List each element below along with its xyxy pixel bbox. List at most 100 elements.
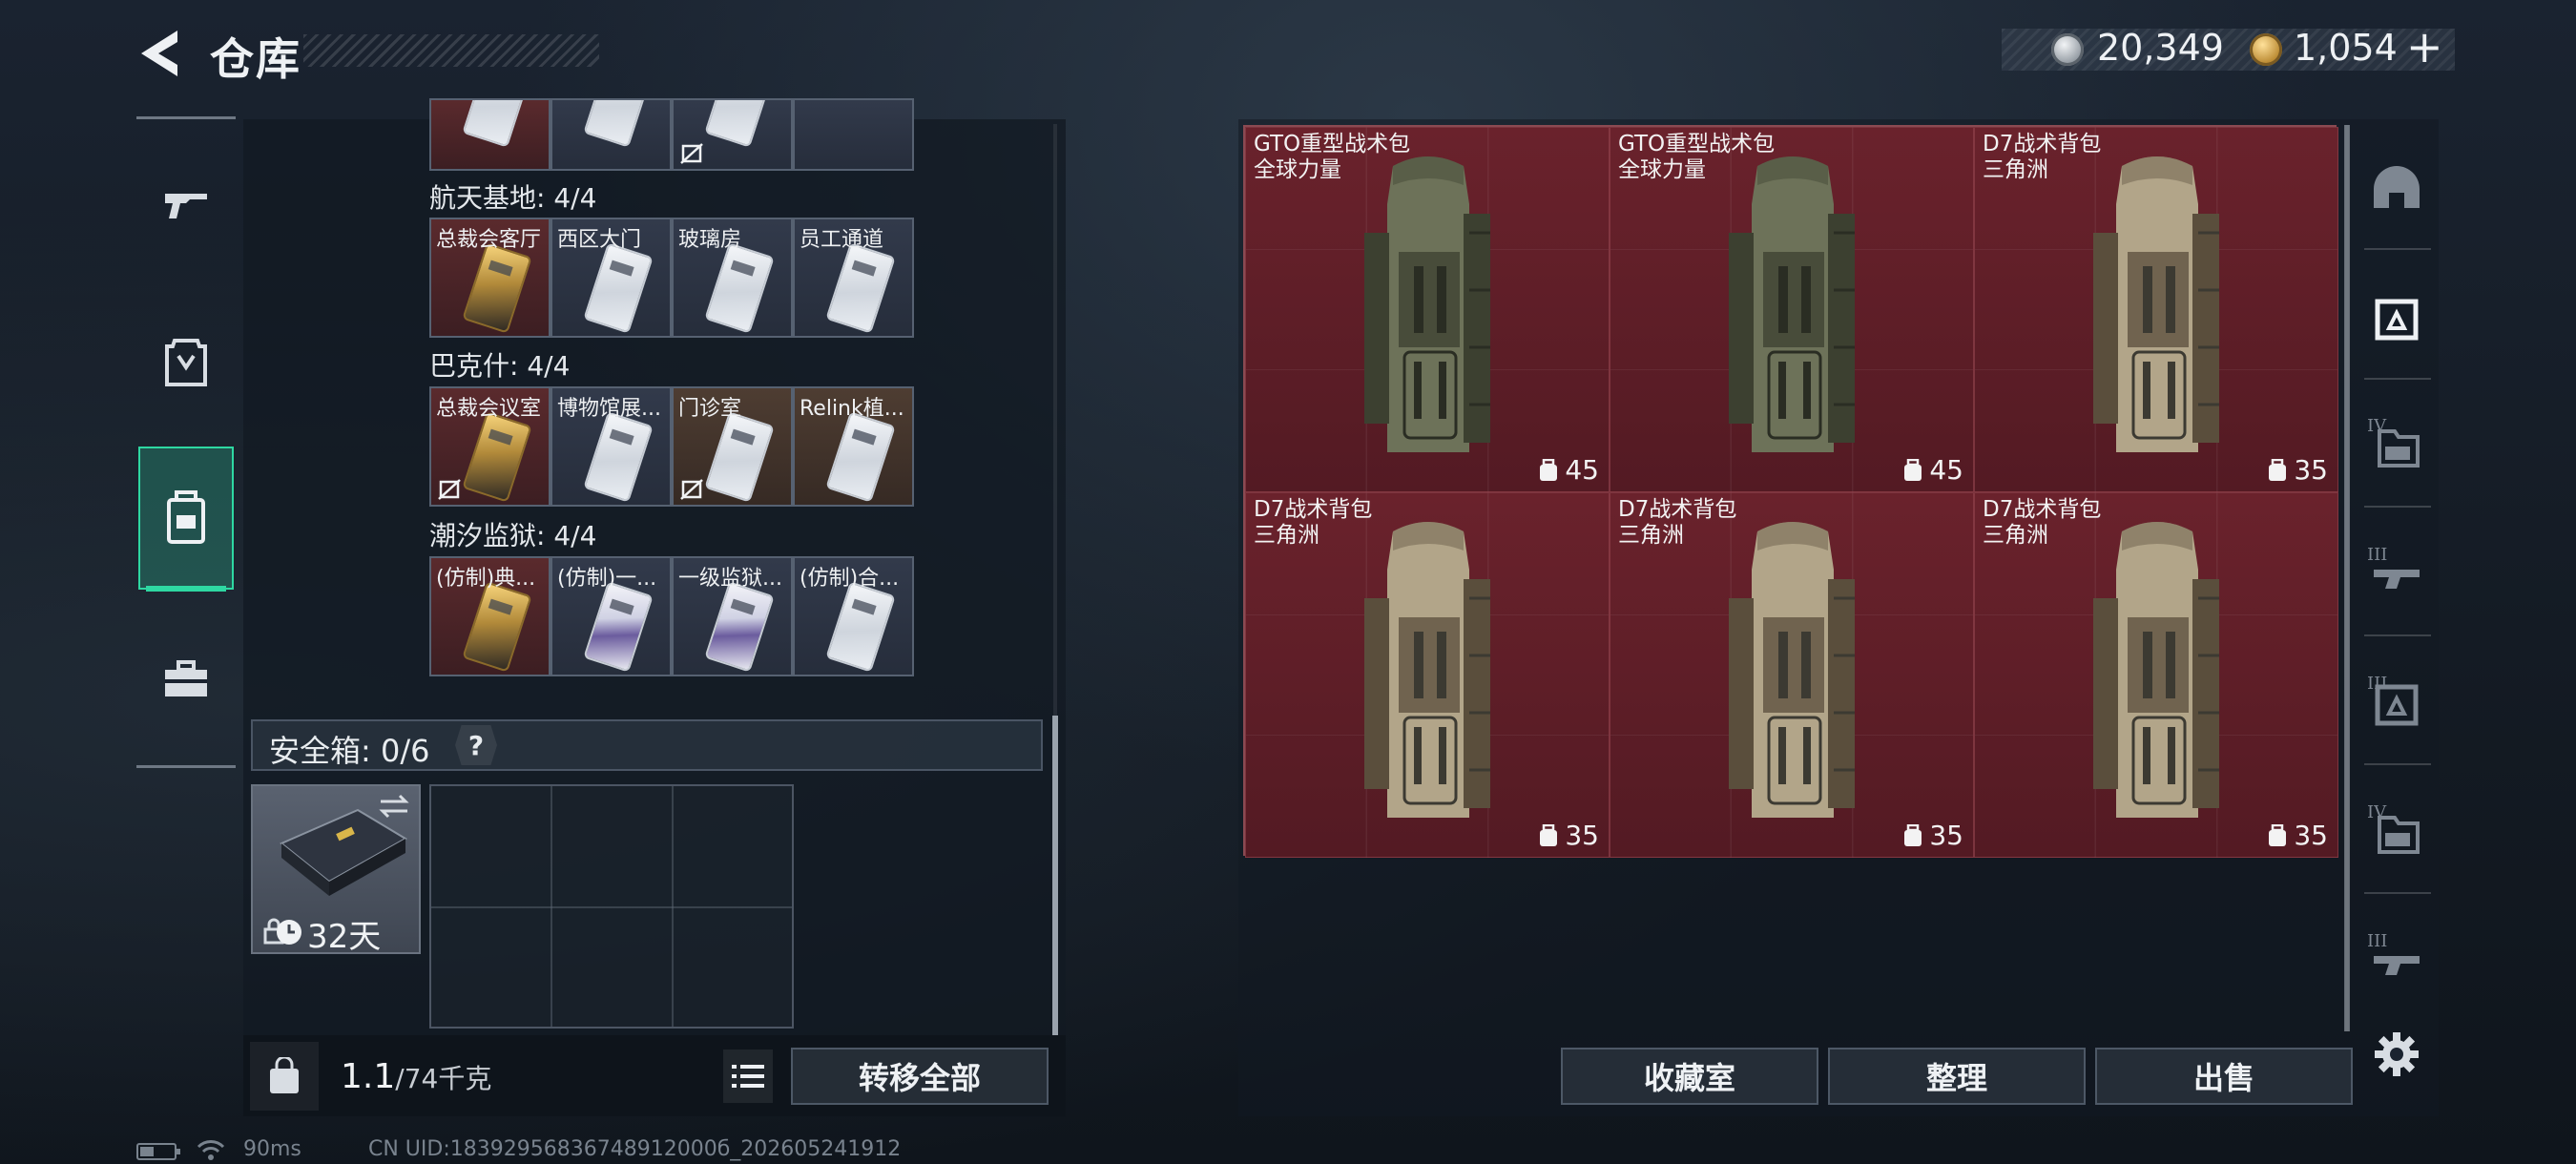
weight-lock-button[interactable] — [250, 1042, 319, 1111]
capacity-icon — [1904, 458, 1922, 481]
left-nav-bottom-divider — [136, 765, 236, 768]
inventory-item[interactable]: D7战术背包 三角洲 35 — [1974, 127, 2338, 492]
armor-icon — [165, 339, 207, 386]
keycard-icon — [825, 411, 896, 503]
capacity-value: 35 — [2294, 820, 2328, 851]
keycard-label: 门诊室 — [678, 397, 742, 421]
filter-chest-rig[interactable] — [2361, 282, 2432, 355]
item-name-block: GTO重型战术包 全球力量 — [1618, 132, 1775, 183]
keycard-slot[interactable]: (仿制)合... — [793, 556, 914, 676]
filter-backpack-t4[interactable]: IV — [2361, 410, 2432, 483]
nav-supplies[interactable] — [138, 632, 234, 727]
list-icon — [732, 1065, 764, 1088]
keycard-label: 一级监狱... — [678, 567, 782, 591]
item-faction: 三角洲 — [1618, 523, 1684, 548]
item-name-block: D7战术背包 三角洲 — [1983, 497, 2101, 549]
keycard-icon — [704, 100, 775, 148]
keycard-slot[interactable]: (仿制)一... — [551, 556, 672, 676]
item-faction: 全球力量 — [1254, 157, 1341, 182]
keycard-slot[interactable]: 博物馆展... — [551, 386, 672, 507]
tier-label: III — [2367, 545, 2388, 565]
list-view-button[interactable] — [723, 1050, 773, 1103]
back-arrow-icon[interactable] — [135, 27, 183, 80]
keycard-slot[interactable]: 一级监狱... — [672, 556, 793, 676]
backpack-image — [1729, 156, 1855, 452]
inventory-item[interactable]: GTO重型战术包 全球力量 45 — [1610, 127, 1974, 492]
keycard-slot[interactable]: 总裁会客厅 — [429, 218, 551, 338]
collection-room-button[interactable]: 收藏室 — [1561, 1048, 1818, 1105]
item-name: GTO重型战术包 — [1254, 132, 1411, 156]
item-name: GTO重型战术包 — [1618, 132, 1776, 156]
keycard-icon — [583, 100, 654, 148]
inventory-grid: GTO重型战术包 全球力量 45 GTO重型战术包 全球力量 45 D7战术背包 三角洲 35 D… — [1243, 125, 2338, 858]
keycard-icon — [462, 411, 532, 503]
add-currency-button[interactable]: + — [2406, 21, 2443, 73]
no-trade-icon — [680, 143, 703, 164]
inventory-item[interactable]: D7战术背包 三角洲 35 — [1974, 492, 2338, 858]
filter-weapon-t3[interactable]: III — [2361, 539, 2432, 612]
capacity-icon — [1540, 458, 1558, 481]
filter-rig-t3[interactable]: III — [2361, 668, 2432, 740]
settings-button[interactable] — [2368, 1026, 2425, 1083]
item-faction: 三角洲 — [1983, 157, 2048, 182]
weight-max: /74千克 — [395, 1063, 492, 1094]
filter-weapon-t3-b[interactable]: III — [2361, 925, 2432, 998]
inventory-item[interactable]: D7战术背包 三角洲 35 — [1245, 492, 1610, 858]
keycard-label: 总裁会议室 — [436, 397, 542, 421]
keycard-slot[interactable]: 总裁会议室 — [429, 386, 551, 507]
keycard-icon — [825, 581, 896, 673]
keycard-slot[interactable]: (仿制)典... — [429, 556, 551, 676]
transfer-all-button[interactable]: 转移全部 — [791, 1048, 1049, 1105]
tier-label: IV — [2367, 416, 2387, 436]
organize-button[interactable]: 整理 — [1828, 1048, 2086, 1105]
left-scrollbar-thumb[interactable] — [1052, 716, 1058, 1035]
keycard-row: 总裁会议室 博物馆展... 门诊室 Relink植... — [429, 386, 916, 507]
keycard-slot[interactable] — [793, 98, 914, 171]
map-section-label: 航天基地: 4/4 — [429, 182, 597, 214]
weight-readout: 1.1/74千克 — [341, 1057, 491, 1096]
sell-button[interactable]: 出售 — [2095, 1048, 2353, 1105]
keycard-slot[interactable]: 玻璃房 — [672, 218, 793, 338]
item-capacity: 35 — [1902, 820, 1963, 851]
filter-divider — [2364, 506, 2431, 508]
filter-helmet[interactable] — [2361, 153, 2432, 225]
keycard-slot[interactable] — [672, 98, 793, 171]
nav-weapons[interactable] — [138, 157, 234, 253]
backpack-image — [2093, 522, 2219, 818]
filter-divider — [2364, 892, 2431, 894]
nav-backpack[interactable] — [138, 447, 234, 590]
safebox-storage-grid[interactable] — [429, 784, 794, 1029]
backpack-image — [1364, 522, 1490, 818]
map-section-label: 潮汐监狱: 4/4 — [429, 520, 597, 551]
inventory-item[interactable]: D7战术背包 三角洲 35 — [1610, 492, 1974, 858]
capacity-icon — [1540, 823, 1558, 846]
no-trade-icon — [680, 479, 703, 500]
capacity-value: 45 — [1565, 454, 1599, 486]
keycard-label: (仿制)合... — [800, 567, 900, 591]
tier-label: IV — [2367, 802, 2387, 822]
keycard-slot[interactable]: 门诊室 — [672, 386, 793, 507]
toolbox-icon — [165, 660, 207, 696]
tier-label: III — [2367, 674, 2388, 694]
keycard-label: 员工通道 — [800, 228, 884, 252]
filter-backpack-t4-b[interactable]: IV — [2361, 797, 2432, 869]
keycard-slot[interactable] — [551, 98, 672, 171]
title-decoration — [303, 34, 599, 67]
item-name-block: D7战术背包 三角洲 — [1254, 497, 1372, 549]
filter-divider — [2364, 378, 2431, 380]
weight-current: 1.1 — [341, 1057, 396, 1096]
nav-equipment[interactable] — [138, 315, 234, 410]
capacity-value: 35 — [1565, 820, 1599, 851]
right-scrollbar-thumb[interactable] — [2344, 125, 2350, 1031]
safebox-help-button[interactable]: ? — [455, 725, 497, 765]
keycard-slot[interactable]: Relink植... — [793, 386, 914, 507]
keycard-label: 玻璃房 — [678, 228, 742, 252]
keycard-slot[interactable]: 西区大门 — [551, 218, 672, 338]
keycard-slot[interactable] — [429, 98, 551, 171]
inventory-item[interactable]: GTO重型战术包 全球力量 45 — [1245, 127, 1610, 492]
keycard-slot[interactable]: 员工通道 — [793, 218, 914, 338]
wifi-icon — [197, 1140, 225, 1160]
item-faction: 三角洲 — [1254, 523, 1319, 548]
item-faction: 全球力量 — [1618, 157, 1706, 182]
swap-icon[interactable] — [377, 792, 411, 821]
